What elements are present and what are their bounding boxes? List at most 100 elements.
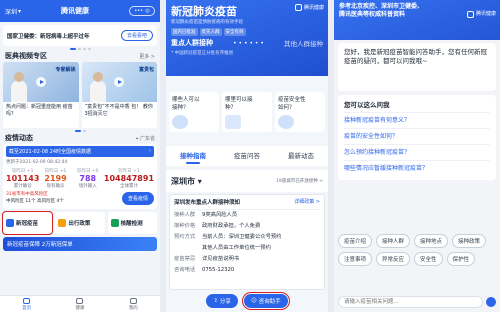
topic-chip[interactable]: 接种人群 xyxy=(376,234,411,248)
epidemic-title: 疫情动态 xyxy=(5,134,33,142)
brand-name: 腾讯健康 xyxy=(303,5,324,11)
topic-chip[interactable]: 注意事项 xyxy=(338,252,373,266)
stat-confirmed: 较昨日 +1 101143 累计确诊 xyxy=(6,168,39,189)
news-text: 国家卫健委：新冠病毒上超乎过年 xyxy=(7,33,90,40)
view-epidemic-button[interactable]: 查看疫情 xyxy=(121,192,154,205)
video-thumbnail: 专家解读 xyxy=(3,62,79,102)
stat-value: 788 xyxy=(79,174,97,183)
topic-chip[interactable]: 疫苗介绍 xyxy=(338,234,373,248)
region-selector[interactable]: ⌖ 广东省 xyxy=(136,135,155,142)
row-key xyxy=(174,243,202,254)
tag: 优先人群 xyxy=(199,28,222,36)
queue-note: * 中国新冠疫苗正分批有序推进 xyxy=(171,51,234,56)
question-input[interactable] xyxy=(338,296,483,308)
send-icon[interactable] xyxy=(486,297,496,307)
view-news-button[interactable]: 去看看吧 xyxy=(120,30,153,41)
consult-assistant-button[interactable]: ☺ 咨询助手 xyxy=(241,292,290,310)
news-bar[interactable]: 国家卫健委：新冠病毒上超乎过年 去看看吧 xyxy=(3,25,157,46)
faq-card-safety[interactable]: 疫苗安全性 如何？ xyxy=(275,92,325,132)
tab-health[interactable]: 健康 xyxy=(53,296,106,312)
progress-dots: • • • • • • xyxy=(233,39,264,47)
service-vaccine[interactable]: 新冠疫苗 xyxy=(1,211,54,235)
close-icon[interactable]: ◎ xyxy=(145,8,149,14)
tab-home[interactable]: 首页 xyxy=(0,296,53,312)
suggested-question[interactable]: 哪些情况应暂缓接种新冠疫苗？ xyxy=(344,160,490,176)
faq-card-who[interactable]: 哪些人可以 接种？ xyxy=(169,92,219,132)
service-label: 出行政策 xyxy=(68,221,91,227)
notice-row: 接种价格 政府财政承担，个人免费 xyxy=(174,221,320,232)
card-text: 种？ xyxy=(225,105,237,111)
row-key: 咨询电话 xyxy=(174,267,196,273)
video-card[interactable]: 专家解读 热点问题：新冠重症能用 疫苗吗？ xyxy=(3,62,79,128)
stat-label: 全球累计 xyxy=(119,184,138,189)
content-tabs: 接种指南 疫苗问答 最新动态 xyxy=(166,146,328,166)
city-label: 深圳市 xyxy=(171,176,195,186)
service-travel-policy[interactable]: 出行政策 xyxy=(55,212,105,234)
notice-row: 接种人群 9类高风险人员 xyxy=(174,210,320,221)
stat-label: 境外输入 xyxy=(78,184,97,189)
video-overlay: 富贵包 xyxy=(138,67,154,73)
chevron-right-icon[interactable]: › xyxy=(149,148,151,155)
other-group-label[interactable]: 其他人群接种 xyxy=(284,38,323,48)
tab-me[interactable]: 我的 xyxy=(107,296,160,312)
brand-logo: 腾讯健康 xyxy=(466,11,496,18)
mini-program-capsule[interactable]: ••• ◎ xyxy=(129,6,155,16)
tag: 安全有效 xyxy=(223,28,246,36)
video-list: 专家解读 热点问题：新冠重症能用 疫苗吗？ 富贵包 “富贵包”不不是中香 包！ … xyxy=(0,62,160,128)
stat-value: 104847891 xyxy=(103,174,155,183)
location-icon: ⌖ xyxy=(135,135,139,142)
epidemic-header: 疫情动态 ⌖ 广东省 xyxy=(0,132,160,144)
row-value: 当前人员：深圳卫健委公众号预约 xyxy=(202,234,282,240)
faq-card-where[interactable]: 哪里可以接 种？ xyxy=(222,92,272,132)
priority-group-label[interactable]: 重点人群接种 xyxy=(171,38,213,48)
share-icon: ⇪ xyxy=(213,298,218,304)
assistant-chat-screen: 参考北京疾控、深圳市卫健委、 腾讯医典等权威科普资料 腾讯健康 您好，我是新冠疫… xyxy=(334,0,500,312)
region-label: 广东省 xyxy=(139,135,155,142)
location-selector[interactable]: 深圳 ▾ xyxy=(5,7,21,16)
tab-label: 健康 xyxy=(75,305,85,311)
travel-icon xyxy=(58,219,67,227)
play-icon[interactable] xyxy=(35,77,46,87)
stat-value: 101143 xyxy=(6,174,40,183)
update-banner: 截至2021-02-08 24时全国疫情数据 › xyxy=(6,146,154,157)
video-more-link[interactable]: 更多 > xyxy=(139,53,155,60)
row-value: 0755-12320 xyxy=(202,267,235,273)
service-nucleic-test[interactable]: 核酸检测 xyxy=(107,212,157,234)
insurance-banner[interactable]: 新冠疫苗保障 2万新冠保单 xyxy=(3,237,157,251)
suggestions-title: 您可以这么问我 xyxy=(344,101,390,109)
tab-qa[interactable]: 疫苗问答 xyxy=(220,146,274,166)
suggested-question[interactable]: 疫苗的安全性如何？ xyxy=(344,128,490,144)
share-button[interactable]: ⇪ 分享 xyxy=(206,294,238,308)
city-note[interactable]: 19座城市已开放接种 > xyxy=(276,178,323,184)
play-icon[interactable] xyxy=(114,77,125,87)
more-icon[interactable]: ••• xyxy=(134,8,143,14)
card-text: 哪里可以接 xyxy=(225,97,253,103)
risk-area-row: 31省市有中高风险区 中风险区 11个 高风险区 4个 查看疫情 xyxy=(6,190,154,207)
update-time: 更新于2021-02-09 08:42:44 xyxy=(6,160,68,165)
card-text: 如何？ xyxy=(278,105,295,111)
video-card[interactable]: 富贵包 “富贵包”不不是中香 包！ 教你3招消灭它 xyxy=(81,62,157,128)
topic-chip[interactable]: 保护性 xyxy=(446,252,476,266)
tab-news[interactable]: 最新动态 xyxy=(274,146,328,166)
city-selector[interactable]: 深圳市 ▾ xyxy=(171,176,276,187)
risk-detail: 中风险区 11个 高风险区 4个 xyxy=(6,198,64,204)
notice-title: 深圳发布重点人群接种须知 xyxy=(174,200,241,206)
service-label: 核酸检测 xyxy=(120,221,143,227)
video-overlay: 专家解读 xyxy=(55,67,76,73)
topic-chip[interactable]: 接种政策 xyxy=(452,234,487,248)
user-icon xyxy=(129,297,137,304)
tab-guide[interactable]: 接种指南 xyxy=(166,146,220,166)
row-key: 接种人群 xyxy=(174,212,196,218)
notice-row: 其他人员由工作单位统一预约 xyxy=(174,243,320,254)
topic-chip[interactable]: 安全性 xyxy=(414,252,443,266)
suggested-question[interactable]: 怎么预约接种新冠疫苗？ xyxy=(344,144,490,160)
topic-chip[interactable]: 异常反应 xyxy=(376,252,411,266)
policy-detail-link[interactable]: 详细政策 > xyxy=(294,198,320,206)
assistant-greeting: 您好，我是新冠疫苗智能问答助手，您有任何新冠疫苗的疑问，都可以问我哦~ xyxy=(338,43,496,91)
topic-chip[interactable]: 接种地点 xyxy=(414,234,449,248)
card-text: 疫苗安全性 xyxy=(278,97,306,103)
stat-current: 较昨日 +6 2199 现有确诊 xyxy=(39,168,71,189)
tag: 国内已批准 xyxy=(171,28,198,36)
suggested-question[interactable]: 接种新冠疫苗有何意义？ xyxy=(344,112,490,128)
action-bar: ⇪ 分享 ☺ 咨询助手 xyxy=(166,292,328,310)
